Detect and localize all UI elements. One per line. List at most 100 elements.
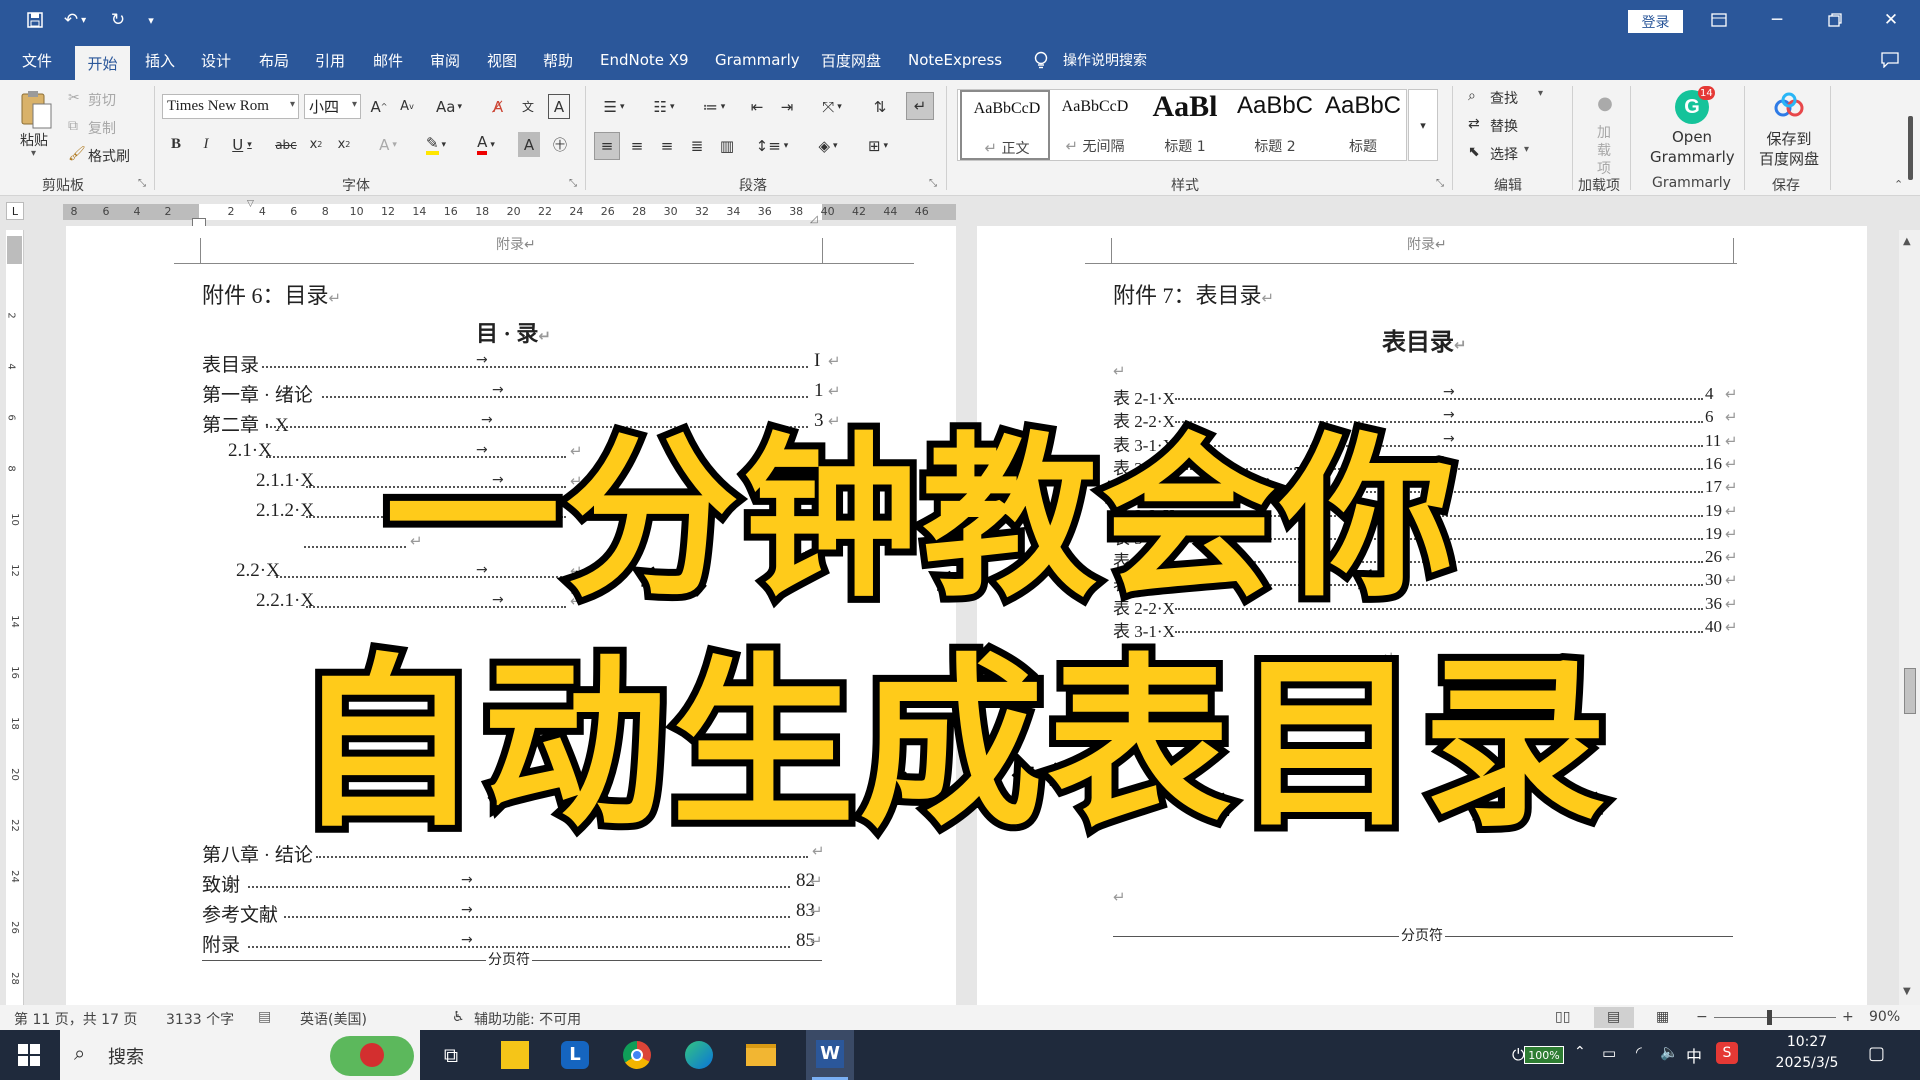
menu-file[interactable]: 文件 [22,40,52,80]
format-painter-button[interactable]: 格式刷 [88,146,130,166]
zoom-out-icon[interactable]: − [1696,1009,1708,1025]
clear-format-icon[interactable]: A̸ [486,94,510,119]
style-heading-1[interactable]: AaBl 标题 1 [1140,90,1230,160]
menu-layout[interactable]: 布局 [259,40,289,80]
ime-indicator[interactable]: 中 [1686,1043,1702,1067]
menu-review[interactable]: 审阅 [430,40,460,80]
notification-icon[interactable]: ▢ [1868,1043,1885,1064]
character-border-icon[interactable]: A [548,94,570,119]
word-count[interactable]: 3133 个字 [166,1009,234,1029]
scroll-down-icon[interactable]: ▼ [1903,986,1911,997]
close-icon[interactable]: ✕ [1862,0,1920,40]
wifi-icon[interactable]: ◜ [1636,1043,1642,1061]
word-taskbar-active[interactable]: W [806,1030,854,1080]
volume-icon[interactable]: 🔈 [1660,1043,1679,1061]
styles-more-icon[interactable]: ▾ [1408,89,1438,161]
clock-time[interactable]: 10:27 [1762,1034,1852,1050]
asian-layout-icon[interactable]: ⤧ ▾ [812,94,852,119]
style-no-spacing[interactable]: AaBbCcD ↵ 无间隔 [1050,90,1140,160]
clock-date[interactable]: 2025/3/5 [1762,1055,1852,1071]
increase-indent-icon[interactable]: ⇥ [775,94,799,119]
find-button[interactable]: 查找 [1490,88,1518,108]
sticky-notes-icon[interactable] [496,1036,534,1074]
align-right-icon[interactable]: ≡ [654,132,680,160]
minimize-icon[interactable]: ─ [1748,0,1806,40]
font-launcher-icon[interactable]: ⤡ [569,178,577,189]
read-mode-icon[interactable]: ▯▯ [1555,1009,1570,1025]
menu-insert[interactable]: 插入 [145,40,175,80]
battery-indicator[interactable]: 100% [1524,1046,1564,1064]
enclosed-character-icon[interactable]: ㊉ [548,132,572,157]
menu-noteexpress[interactable]: NoteExpress [908,40,1002,80]
phonetic-guide-icon[interactable]: 文 [516,94,540,119]
undo-icon[interactable]: ↶ ▾ [58,8,92,32]
menu-design[interactable]: 设计 [201,40,231,80]
addins-button[interactable]: 加载项 [1595,124,1613,178]
save-icon[interactable] [24,8,46,32]
style-heading-2[interactable]: AaBbC 标题 2 [1230,90,1320,160]
line-spacing-icon[interactable]: ↕≡ ▾ [752,132,792,160]
battery-icon[interactable]: ▭ [1602,1044,1616,1062]
edge-icon[interactable] [680,1036,718,1074]
show-marks-icon[interactable]: ↵ [906,92,934,120]
paragraph-launcher-icon[interactable]: ⤡ [929,178,937,189]
print-layout-icon[interactable]: ▤ [1594,1007,1634,1028]
sort-icon[interactable]: ⇅ [868,94,892,119]
vertical-scrollbar[interactable]: ▲ ▼ [1899,230,1920,1005]
tell-me-search[interactable]: 操作说明搜索 [1063,40,1147,80]
underline-icon[interactable]: U ▾ [224,132,260,157]
styles-launcher-icon[interactable]: ⤡ [1436,178,1444,189]
style-normal[interactable]: AaBbCcD ↵ 正文 [960,90,1050,160]
menu-endnote[interactable]: EndNote X9 [600,40,689,80]
tray-chevron-icon[interactable]: ⌃ [1574,1044,1586,1060]
windows-start-icon[interactable] [10,1036,48,1074]
restore-icon[interactable] [1806,0,1864,40]
menu-home[interactable]: 开始 [75,46,130,80]
font-name-combo[interactable]: Times New Rom ▾ [162,94,299,119]
bold-icon[interactable]: B [165,132,187,157]
scroll-up-icon[interactable]: ▲ [1903,236,1911,247]
save-to-baidu-line1[interactable]: 保存到 [1761,128,1817,149]
app-blue-icon[interactable]: L [556,1036,594,1074]
menu-references[interactable]: 引用 [315,40,345,80]
zoom-slider[interactable] [1714,1017,1836,1018]
zoom-slider-thumb[interactable] [1767,1010,1772,1025]
bullets-icon[interactable]: ☰ ▾ [594,94,634,119]
horizontal-ruler[interactable]: L 8 6 4 2 2 4 6 8 10 12 14 16 18 20 22 24 26 28 30 32 34 36 38… [0,196,1920,227]
font-size-combo[interactable]: 小四 ▾ [304,94,361,119]
character-shading-icon[interactable]: A [518,132,540,157]
collapse-ribbon-icon[interactable]: ⌃ [1894,178,1903,191]
paste-dropdown-icon[interactable]: ▾ [31,148,36,159]
highlight-icon[interactable]: ✎ ▾ [416,132,456,157]
language-indicator[interactable]: 英语(美国) [300,1009,367,1029]
borders-icon[interactable]: ⊞ ▾ [858,132,898,160]
shading-icon[interactable]: ◈ ▾ [808,132,848,160]
scroll-thumb[interactable] [1904,668,1916,714]
replace-button[interactable]: 替换 [1490,116,1518,136]
page-count[interactable]: 第 11 页，共 17 页 [14,1009,137,1029]
login-button[interactable]: 登录 [1628,10,1683,33]
select-dropdown-icon[interactable]: ▾ [1524,144,1529,155]
baidu-cloud-icon[interactable] [1772,92,1806,120]
grow-font-icon[interactable]: A ^ [368,94,390,119]
paste-icon[interactable] [16,88,56,132]
open-grammarly-line1[interactable]: Open [1672,128,1712,146]
distributed-icon[interactable]: ▥ [714,132,740,160]
ribbon-display-icon[interactable] [1690,0,1748,40]
ribbon-scroll-thumb[interactable] [1908,116,1913,180]
menu-baidu[interactable]: 百度网盘 [821,40,881,80]
paste-label[interactable]: 粘贴 [20,130,48,150]
chrome-icon[interactable] [618,1036,656,1074]
redo-icon[interactable]: ↻ [106,8,130,32]
first-line-indent-marker[interactable]: ▽ [247,199,254,209]
subscript-icon[interactable]: x2 [304,132,328,157]
copy-button[interactable]: 复制 [88,118,116,138]
tab-selector-icon[interactable]: L [6,202,24,220]
right-indent-marker[interactable]: ◿ [810,214,818,225]
open-grammarly-line2[interactable]: Grammarly [1650,148,1735,166]
taskbar-search-box[interactable]: ⌕ 搜索 [60,1030,420,1080]
menu-grammarly[interactable]: Grammarly [715,40,800,80]
font-color-icon[interactable]: A ▾ [466,132,506,157]
menu-mailings[interactable]: 邮件 [373,40,403,80]
web-layout-icon[interactable]: ▦ [1656,1009,1669,1025]
